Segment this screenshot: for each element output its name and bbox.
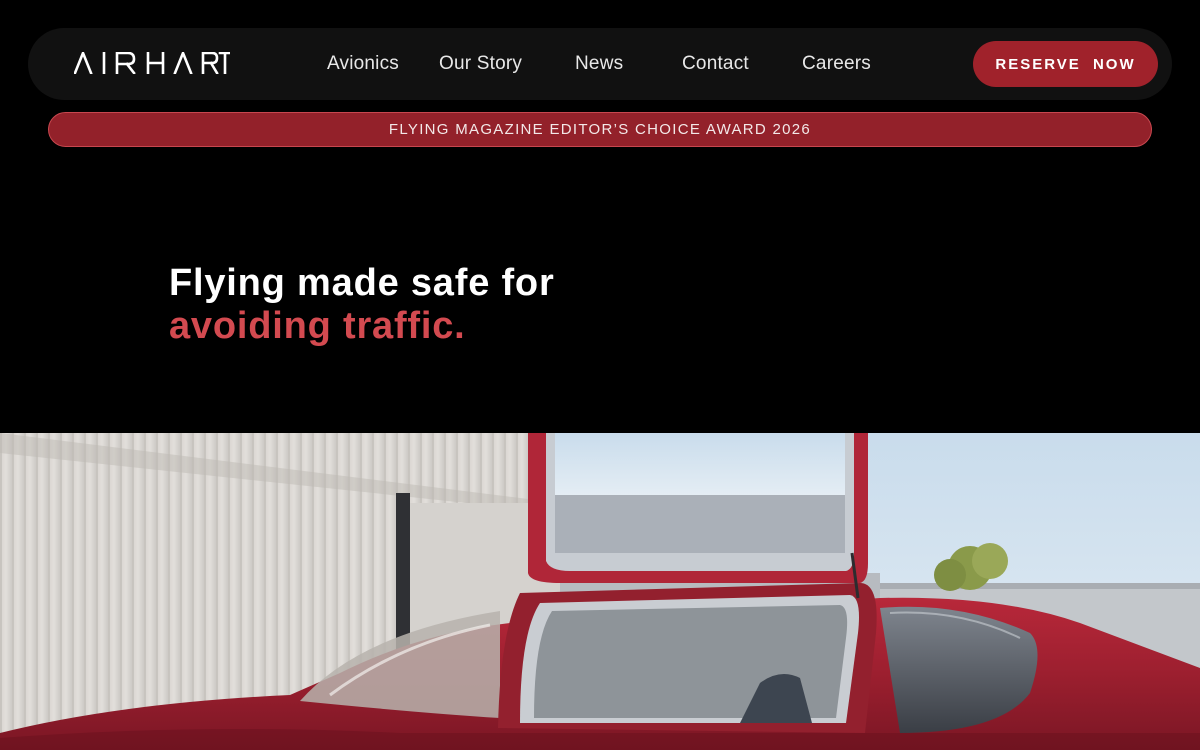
nav-link-careers[interactable]: Careers — [802, 53, 871, 75]
nav-link-news[interactable]: News — [575, 53, 623, 75]
nav-link-contact[interactable]: Contact — [682, 53, 749, 75]
airhart-logo[interactable] — [74, 52, 230, 76]
aircraft-photo-illustration — [0, 433, 1200, 750]
nav-link-avionics[interactable]: Avionics — [327, 53, 399, 75]
top-navbar: Avionics Our Story News Contact Careers … — [28, 28, 1172, 100]
reserve-now-button[interactable]: RESERVE NOW — [973, 41, 1158, 87]
hero-headline: Flying made safe for avoiding traffic. — [169, 262, 555, 348]
hero-image-aircraft — [0, 433, 1200, 750]
hero-headline-highlight: avoiding traffic. — [169, 305, 466, 347]
hero-headline-line1: Flying made safe for — [169, 262, 555, 304]
award-banner[interactable]: FLYING MAGAZINE EDITOR’S CHOICE AWARD 20… — [48, 112, 1152, 147]
nav-link-our-story[interactable]: Our Story — [439, 53, 522, 75]
airhart-wordmark-icon — [74, 52, 230, 74]
